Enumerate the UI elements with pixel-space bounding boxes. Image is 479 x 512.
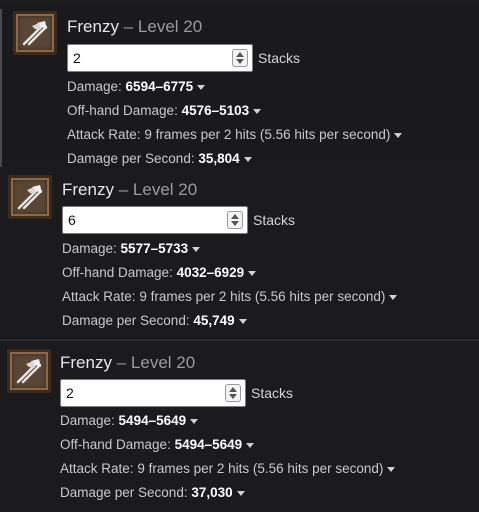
stacks-input[interactable]: 2 <box>60 379 246 407</box>
spin-up-icon[interactable] <box>231 214 239 219</box>
dps-row: Damage per Second: 35,804 <box>67 151 252 166</box>
damage-label: Damage: <box>60 413 115 428</box>
stacks-spinner[interactable] <box>227 211 243 229</box>
stacks-input[interactable]: 6 <box>62 206 248 234</box>
damage-row: Damage: 6594–6775 <box>67 79 206 94</box>
attack-rate-dropdown-icon[interactable] <box>387 466 396 472</box>
damage-dropdown-icon[interactable] <box>197 84 206 90</box>
skill-name: Frenzy <box>60 353 112 372</box>
dps-label: Damage per Second: <box>62 313 190 328</box>
dps-value: 35,804 <box>198 151 240 166</box>
skill-panel-2: Frenzy – Level 20 6 Stacks Damage: 5577–… <box>0 167 479 337</box>
damage-row: Damage: 5494–5649 <box>60 413 199 428</box>
offhand-label: Off-hand Damage: <box>62 265 173 280</box>
offhand-row: Off-hand Damage: 5494–5649 <box>60 437 255 452</box>
spin-up-icon[interactable] <box>236 52 244 57</box>
dps-label: Damage per Second: <box>60 485 188 500</box>
attack-rate-dropdown-icon[interactable] <box>389 294 398 300</box>
panel-left-border <box>0 9 2 168</box>
skill-name: Frenzy <box>62 180 114 199</box>
offhand-value: 5494–5649 <box>174 437 243 452</box>
offhand-label: Off-hand Damage: <box>67 103 178 118</box>
stacks-input-value: 2 <box>66 385 74 401</box>
stacks-spinner[interactable] <box>225 384 241 402</box>
dps-dropdown-icon[interactable] <box>243 156 252 162</box>
damage-label: Damage: <box>62 241 117 256</box>
stacks-input[interactable]: 2 <box>67 44 253 72</box>
damage-value: 5577–5733 <box>120 241 189 256</box>
skill-title: Frenzy – Level 20 <box>67 17 202 37</box>
attack-rate-value: 9 frames per 2 hits (5.56 hits per secon… <box>139 289 386 304</box>
damage-dropdown-icon[interactable] <box>190 418 199 424</box>
title-separator: – <box>123 17 134 36</box>
attack-rate-row: Attack Rate: 9 frames per 2 hits (5.56 h… <box>60 461 396 476</box>
attack-rate-row: Attack Rate: 9 frames per 2 hits (5.56 h… <box>62 289 398 304</box>
crossed-axes-icon <box>8 175 52 219</box>
dps-value: 37,030 <box>191 485 233 500</box>
attack-rate-value: 9 frames per 2 hits (5.56 hits per secon… <box>137 461 384 476</box>
damage-row: Damage: 5577–5733 <box>62 241 201 256</box>
attack-rate-value: 9 frames per 2 hits (5.56 hits per secon… <box>144 127 391 142</box>
stacks-spinner[interactable] <box>232 49 248 67</box>
dps-label: Damage per Second: <box>67 151 195 166</box>
skill-panel-3: Frenzy – Level 20 2 Stacks Damage: 5494–… <box>0 339 479 512</box>
offhand-label: Off-hand Damage: <box>60 437 171 452</box>
skill-title: Frenzy – Level 20 <box>62 180 197 200</box>
stacks-input-value: 6 <box>68 212 76 228</box>
title-separator: – <box>118 180 129 199</box>
stacks-input-value: 2 <box>73 50 81 66</box>
offhand-row: Off-hand Damage: 4032–6929 <box>62 265 257 280</box>
offhand-value: 4032–6929 <box>176 265 245 280</box>
dps-row: Damage per Second: 37,030 <box>60 485 245 500</box>
stacks-label: Stacks <box>251 385 294 401</box>
dps-dropdown-icon[interactable] <box>238 318 247 324</box>
stacks-label: Stacks <box>253 212 296 228</box>
skill-name: Frenzy <box>67 17 119 36</box>
damage-dropdown-icon[interactable] <box>192 246 201 252</box>
spin-up-icon[interactable] <box>229 387 237 392</box>
attack-rate-label: Attack Rate: <box>60 461 134 476</box>
dps-row: Damage per Second: 45,749 <box>62 313 247 328</box>
offhand-value: 4576–5103 <box>181 103 250 118</box>
skill-level: Level 20 <box>130 353 196 372</box>
attack-rate-label: Attack Rate: <box>62 289 136 304</box>
crossed-axes-icon <box>7 349 51 393</box>
attack-rate-label: Attack Rate: <box>67 127 141 142</box>
skill-title: Frenzy – Level 20 <box>60 353 195 373</box>
title-separator: – <box>116 353 127 372</box>
dps-dropdown-icon[interactable] <box>236 490 245 496</box>
attack-rate-dropdown-icon[interactable] <box>394 132 403 138</box>
spin-down-icon[interactable] <box>236 59 244 64</box>
attack-rate-row: Attack Rate: 9 frames per 2 hits (5.56 h… <box>67 127 403 142</box>
offhand-dropdown-icon[interactable] <box>253 108 262 114</box>
offhand-dropdown-icon[interactable] <box>248 270 257 276</box>
crossed-axes-icon <box>13 11 57 55</box>
spin-down-icon[interactable] <box>231 221 239 226</box>
skill-level: Level 20 <box>132 180 198 199</box>
offhand-row: Off-hand Damage: 4576–5103 <box>67 103 262 118</box>
spin-down-icon[interactable] <box>229 394 237 399</box>
damage-value: 5494–5649 <box>118 413 187 428</box>
damage-value: 6594–6775 <box>125 79 194 94</box>
skill-level: Level 20 <box>137 17 203 36</box>
offhand-dropdown-icon[interactable] <box>246 442 255 448</box>
dps-value: 45,749 <box>193 313 235 328</box>
damage-label: Damage: <box>67 79 122 94</box>
stacks-label: Stacks <box>258 50 301 66</box>
skill-panel-1: Frenzy – Level 20 2 Stacks Damage: 6594–… <box>0 0 479 168</box>
